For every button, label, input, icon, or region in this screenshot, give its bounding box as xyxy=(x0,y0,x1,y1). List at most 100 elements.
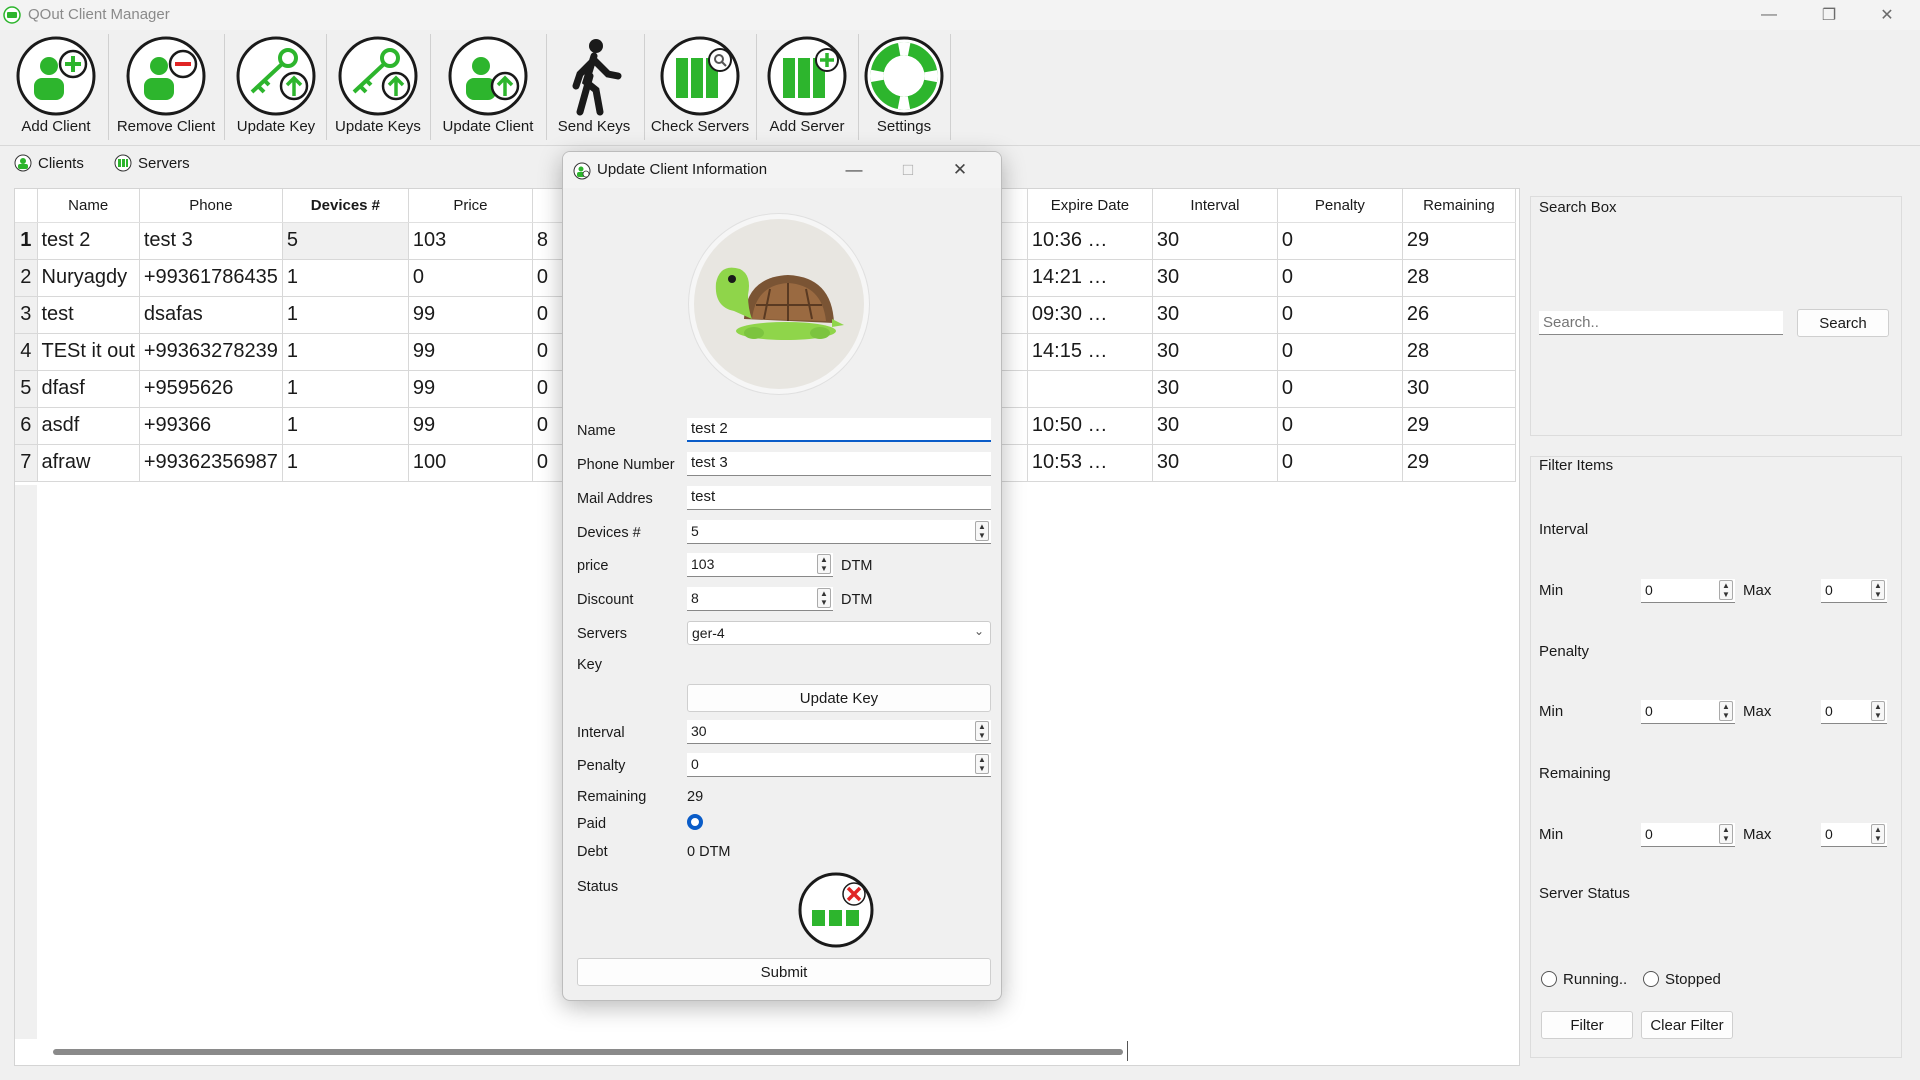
cell-expire[interactable]: 09:30 … xyxy=(1027,296,1153,334)
spin-arrows-icon[interactable]: ▲ ▼ xyxy=(817,554,831,574)
minimize-button[interactable]: — xyxy=(1746,0,1792,30)
search-button[interactable]: Search xyxy=(1797,309,1889,337)
cell-remaining[interactable]: 28 xyxy=(1402,259,1516,297)
column-header-name[interactable]: Name xyxy=(37,189,140,223)
column-header-phone[interactable]: Phone xyxy=(139,189,283,223)
update-key-dialog-button[interactable]: Update Key xyxy=(687,684,991,712)
cell-penalty[interactable]: 0 xyxy=(1277,370,1403,408)
remove-client-button[interactable]: Remove Client xyxy=(114,36,218,144)
cell-remaining[interactable]: 29 xyxy=(1402,444,1516,482)
update-keys-button[interactable]: Update Keys xyxy=(332,36,424,144)
column-header-devices[interactable]: Devices # xyxy=(282,189,409,223)
cell-expire[interactable] xyxy=(1027,370,1153,408)
cell-penalty[interactable]: 0 xyxy=(1277,444,1403,482)
cell-price[interactable]: 99 xyxy=(408,407,533,445)
cell-name[interactable]: Nuryagdy xyxy=(37,259,140,297)
cell-name[interactable]: asdf xyxy=(37,407,140,445)
running-radio-label[interactable]: Running.. xyxy=(1563,971,1627,988)
settings-button[interactable]: Settings xyxy=(862,36,946,144)
row-number[interactable]: 4 xyxy=(15,333,38,371)
spin-arrows-icon[interactable]: ▲ ▼ xyxy=(1871,824,1885,844)
cell-price[interactable]: 103 xyxy=(408,222,533,260)
cell-phone[interactable]: dsafas xyxy=(139,296,283,334)
cell-phone[interactable]: +99361786435 xyxy=(139,259,283,297)
column-header-price[interactable]: Price xyxy=(408,189,533,223)
cell-phone[interactable]: +99363278239 xyxy=(139,333,283,371)
send-keys-button[interactable]: Send Keys xyxy=(552,36,636,144)
cell-price[interactable]: 99 xyxy=(408,333,533,371)
cell-devices[interactable]: 1 xyxy=(282,333,409,371)
stopped-radio-label[interactable]: Stopped xyxy=(1665,971,1721,988)
interval-spinbox[interactable]: 30 ▲ ▼ xyxy=(687,720,991,744)
add-server-button[interactable]: Add Server xyxy=(762,36,852,144)
cell-price[interactable]: 0 xyxy=(408,259,533,297)
dialog-maximize-button[interactable]: □ xyxy=(885,156,931,184)
cell-phone[interactable]: test 3 xyxy=(139,222,283,260)
cell-name[interactable]: afraw xyxy=(37,444,140,482)
spin-arrows-icon[interactable]: ▲ ▼ xyxy=(1719,701,1733,721)
stopped-radio[interactable] xyxy=(1643,971,1659,987)
cell-name[interactable]: TESt it out xyxy=(37,333,140,371)
cell-remaining[interactable]: 26 xyxy=(1402,296,1516,334)
cell-expire[interactable]: 10:36 … xyxy=(1027,222,1153,260)
cell-interval[interactable]: 30 xyxy=(1152,259,1278,297)
cell-remaining[interactable]: 28 xyxy=(1402,333,1516,371)
update-key-button[interactable]: Update Key xyxy=(230,36,322,144)
cell-expire[interactable]: 14:15 … xyxy=(1027,333,1153,371)
cell-phone[interactable]: +99362356987 xyxy=(139,444,283,482)
filter-button[interactable]: Filter xyxy=(1541,1011,1633,1039)
remaining-max-spinbox[interactable]: 0 ▲ ▼ xyxy=(1821,823,1887,847)
interval-min-spinbox[interactable]: 0 ▲ ▼ xyxy=(1641,579,1735,603)
cell-interval[interactable]: 30 xyxy=(1152,370,1278,408)
cell-phone[interactable]: +9595626 xyxy=(139,370,283,408)
horizontal-scrollbar[interactable] xyxy=(37,1041,1519,1061)
cell-interval[interactable]: 30 xyxy=(1152,296,1278,334)
cell-devices[interactable]: 1 xyxy=(282,259,409,297)
column-header-interval[interactable]: Interval xyxy=(1152,189,1278,223)
cell-price[interactable]: 100 xyxy=(408,444,533,482)
cell-penalty[interactable]: 0 xyxy=(1277,333,1403,371)
remaining-min-spinbox[interactable]: 0 ▲ ▼ xyxy=(1641,823,1735,847)
cell-expire[interactable]: 10:53 … xyxy=(1027,444,1153,482)
cell-price[interactable]: 99 xyxy=(408,370,533,408)
update-client-button[interactable]: Update Client xyxy=(436,36,540,144)
spin-arrows-icon[interactable]: ▲ ▼ xyxy=(975,721,989,741)
submit-button[interactable]: Submit xyxy=(577,958,991,986)
spin-arrows-icon[interactable]: ▲ ▼ xyxy=(975,521,989,541)
column-header-remaining[interactable]: Remaining xyxy=(1402,189,1516,223)
cell-interval[interactable]: 30 xyxy=(1152,333,1278,371)
check-servers-button[interactable]: Check Servers xyxy=(650,36,750,144)
cell-remaining[interactable]: 30 xyxy=(1402,370,1516,408)
cell-name[interactable]: dfasf xyxy=(37,370,140,408)
corner-header[interactable] xyxy=(15,189,38,223)
paid-radio[interactable] xyxy=(687,814,703,830)
cell-interval[interactable]: 30 xyxy=(1152,407,1278,445)
cell-expire[interactable]: 10:50 … xyxy=(1027,407,1153,445)
scrollbar-thumb[interactable] xyxy=(53,1049,1123,1055)
cell-remaining[interactable]: 29 xyxy=(1402,407,1516,445)
spin-arrows-icon[interactable]: ▲ ▼ xyxy=(1871,580,1885,600)
cell-penalty[interactable]: 0 xyxy=(1277,259,1403,297)
cell-devices[interactable]: 1 xyxy=(282,407,409,445)
spin-arrows-icon[interactable]: ▲ ▼ xyxy=(1719,580,1733,600)
phone-field[interactable]: test 3 xyxy=(687,452,991,476)
cell-interval[interactable]: 30 xyxy=(1152,444,1278,482)
name-field[interactable]: test 2 xyxy=(687,418,991,442)
cell-price[interactable]: 99 xyxy=(408,296,533,334)
restore-button[interactable]: ❐ xyxy=(1806,0,1852,30)
row-number[interactable]: 5 xyxy=(15,370,38,408)
row-number[interactable]: 3 xyxy=(15,296,38,334)
price-spinbox[interactable]: 103 ▲ ▼ xyxy=(687,553,833,577)
servers-dropdown[interactable]: ger-4 ⌄ xyxy=(687,621,991,645)
cell-remaining[interactable]: 29 xyxy=(1402,222,1516,260)
running-radio[interactable] xyxy=(1541,971,1557,987)
close-button[interactable]: ✕ xyxy=(1864,0,1910,30)
penalty-min-spinbox[interactable]: 0 ▲ ▼ xyxy=(1641,700,1735,724)
tab-servers[interactable]: Servers xyxy=(114,151,190,175)
penalty-spinbox[interactable]: 0 ▲ ▼ xyxy=(687,753,991,777)
row-number[interactable]: 6 xyxy=(15,407,38,445)
add-client-button[interactable]: Add Client xyxy=(12,36,100,144)
clear-filter-button[interactable]: Clear Filter xyxy=(1641,1011,1733,1039)
cell-penalty[interactable]: 0 xyxy=(1277,222,1403,260)
penalty-max-spinbox[interactable]: 0 ▲ ▼ xyxy=(1821,700,1887,724)
